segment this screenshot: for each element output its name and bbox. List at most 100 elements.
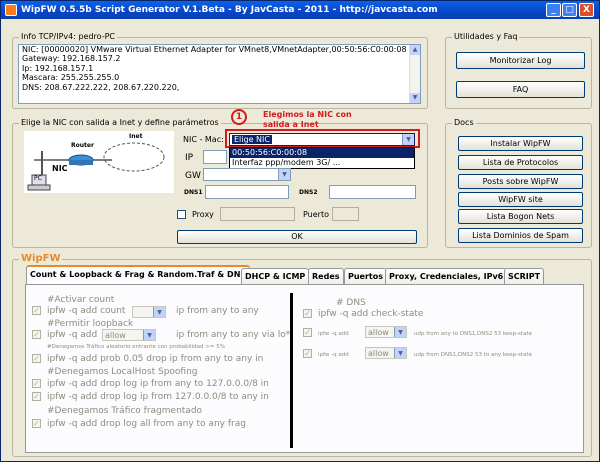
dns1-label: DNS1 <box>184 189 203 196</box>
count-rule-suffix: ip from any to any <box>176 306 259 316</box>
frag-checkbox[interactable]: ✓ <box>32 419 41 428</box>
dns2-label: DNS2 <box>299 189 318 196</box>
info-line: DNS: 208.67.222.222, 208.67.220.220, <box>22 82 180 92</box>
annotation-number: 1 <box>231 109 247 125</box>
nic-diagram-label: NIC <box>52 164 68 173</box>
count-rule-prefix: ipfw -q add count <box>47 306 126 316</box>
tab-count-loopback[interactable]: Count & Loopback & Frag & Random.Traf & … <box>26 265 251 285</box>
dns-rule2-action-value: allow <box>368 349 389 358</box>
maximize-button[interactable]: □ <box>562 3 577 17</box>
loopback-rule-suffix: ip from any to any via lo* <box>176 330 291 340</box>
app-window: WipFW 0.5.5b Script Generator V.1.Beta -… <box>0 0 600 462</box>
dns-rule1-suffix: udp from any to DNS1,DNS2 53 keep-state <box>414 331 532 337</box>
ip-label: IP <box>185 153 194 163</box>
nic-mac-label: NIC - Mac: <box>183 135 224 144</box>
puerto-input[interactable] <box>332 207 359 221</box>
nic-option[interactable]: Interfaz ppp/modem 3G/ ... <box>230 158 414 168</box>
chevron-down-icon[interactable]: ▼ <box>394 348 406 358</box>
count-number-select[interactable]: ▼ <box>132 306 166 318</box>
dns-rule1-action-value: allow <box>368 328 389 337</box>
info-line: Gateway: 192.168.157.2 <box>22 54 121 64</box>
loopback-checkbox[interactable]: ✓ <box>32 330 41 339</box>
instalar-wipfw-button[interactable]: Instalar WipFW <box>458 136 583 151</box>
monitorizar-log-button[interactable]: Monitorizar Log <box>456 52 585 69</box>
minimize-button[interactable]: _ <box>546 3 561 17</box>
gw-select[interactable]: ▼ <box>203 168 291 181</box>
tab-dhcp-icmp[interactable]: DHCP & ICMP <box>241 268 310 284</box>
prob-checkbox[interactable]: ✓ <box>32 354 41 363</box>
dns1-input[interactable] <box>205 185 289 199</box>
ip-input[interactable] <box>203 150 227 164</box>
scroll-up-arrow-icon[interactable]: ▲ <box>410 45 420 55</box>
comment-activar-count: #Activar count <box>47 295 115 305</box>
docs-caption: Docs <box>452 118 476 128</box>
lista-bogon-button[interactable]: Lista Bogon Nets <box>458 209 583 224</box>
info-scrollbar[interactable]: ▲ ▼ <box>409 45 420 103</box>
comment-dns: # DNS <box>336 298 366 308</box>
chevron-down-icon[interactable]: ▼ <box>153 307 165 317</box>
dns-rule2-action-select[interactable]: allow ▼ <box>365 347 407 359</box>
dns-rule1-checkbox[interactable]: ✓ <box>303 328 312 337</box>
spoof1-checkbox[interactable]: ✓ <box>32 379 41 388</box>
posts-wipfw-button[interactable]: Posts sobre WipFW <box>458 174 583 189</box>
tab-puertos[interactable]: Puertos <box>344 268 388 284</box>
tab-redes[interactable]: Redes <box>308 268 344 284</box>
proxy-checkbox[interactable] <box>177 210 186 219</box>
network-diagram-svg <box>27 142 165 191</box>
nic-dropdown-list: 00:50:56:C0:00:08 Interfaz ppp/modem 3G/… <box>229 147 415 169</box>
chevron-down-icon[interactable]: ▼ <box>402 134 414 145</box>
info-line: Ip: 192.168.157.1 <box>22 63 94 73</box>
comment-trafico-fragmentado: #Denegamos Tráfico fragmentado <box>47 406 203 416</box>
check-state-checkbox[interactable]: ✓ <box>303 309 312 318</box>
lista-spam-button[interactable]: Lista Dominios de Spam <box>458 228 583 243</box>
puerto-label: Puerto <box>303 210 329 219</box>
nic-select[interactable]: Elige NIC ▼ <box>229 133 415 146</box>
ok-button[interactable]: OK <box>177 230 417 244</box>
app-icon <box>5 4 17 16</box>
info-line: NIC: [00000020] VMware Virtual Ethernet … <box>22 45 407 54</box>
spoof2-rule: ipfw -q add drop log ip from 127.0.0.0/8… <box>47 392 269 402</box>
loopback-action-value: allow <box>105 331 126 340</box>
nic-caption: Elige la NIC con salida a Inet y define … <box>19 118 221 128</box>
loopback-action-select[interactable]: allow ▼ <box>102 329 156 341</box>
window-title: WipFW 0.5.5b Script Generator V.1.Beta -… <box>21 5 438 15</box>
gw-label: GW <box>185 171 201 181</box>
chevron-down-icon[interactable]: ▼ <box>143 330 155 340</box>
scroll-down-arrow-icon[interactable]: ▼ <box>410 93 420 103</box>
dns-rule2-prefix: ipfw -q add <box>318 352 349 358</box>
utilidades-caption: Utilidades y Faq <box>452 32 520 42</box>
comment-permitir-loopback: #Permitir loopback <box>47 319 134 329</box>
spoof1-rule: ipfw -q add drop log ip from any to 127.… <box>47 379 269 389</box>
spoof2-checkbox[interactable]: ✓ <box>32 392 41 401</box>
comment-trafico-aleatorio: #Denegamos Tráfico aleatorio entrante co… <box>47 344 225 350</box>
info-line: Mascara: 255.255.255.0 <box>22 73 120 83</box>
dns2-input[interactable] <box>329 185 416 199</box>
wipfw-caption: WipFW <box>19 253 63 265</box>
nic-option[interactable]: 00:50:56:C0:00:08 <box>230 148 414 158</box>
chevron-down-icon[interactable]: ▼ <box>394 327 406 337</box>
frag-rule: ipfw -q add drop log all from any to any… <box>47 419 246 429</box>
annotation-text: Elegimos la NIC con salida a Inet <box>263 110 352 129</box>
faq-button[interactable]: FAQ <box>456 81 585 98</box>
inet-label: Inet <box>129 133 143 140</box>
count-checkbox[interactable]: ✓ <box>32 306 41 315</box>
network-diagram: Inet Router NIC PC <box>24 131 174 193</box>
close-button[interactable]: X <box>579 3 594 17</box>
dns-rule2-suffix: udp from DNS1,DNS2 53 to any keep-state <box>414 352 532 358</box>
router-label: Router <box>71 142 94 149</box>
pc-label: PC <box>34 175 42 182</box>
tab-script[interactable]: SCRIPT <box>504 268 545 284</box>
dns-rule2-checkbox[interactable]: ✓ <box>303 349 312 358</box>
chevron-down-icon[interactable]: ▼ <box>278 169 290 180</box>
lista-protocolos-button[interactable]: Lista de Protocolos <box>458 155 583 170</box>
info-textbox[interactable]: NIC: [00000020] VMware Virtual Ethernet … <box>18 44 421 104</box>
info-caption: Info TCP/IPv4: pedro-PC <box>19 32 117 42</box>
tab-proxy[interactable]: Proxy, Credenciales, IPv6 <box>385 268 508 284</box>
dns-rule1-action-select[interactable]: allow ▼ <box>365 326 407 338</box>
loopback-rule-prefix: ipfw -q add <box>47 330 98 340</box>
title-bar[interactable]: WipFW 0.5.5b Script Generator V.1.Beta -… <box>1 1 599 19</box>
column-divider <box>290 293 293 448</box>
prob-rule: ipfw -q add prob 0.05 drop ip from any t… <box>47 354 264 364</box>
wipfw-site-button[interactable]: WipFW site <box>458 192 583 207</box>
proxy-input[interactable] <box>220 207 295 221</box>
